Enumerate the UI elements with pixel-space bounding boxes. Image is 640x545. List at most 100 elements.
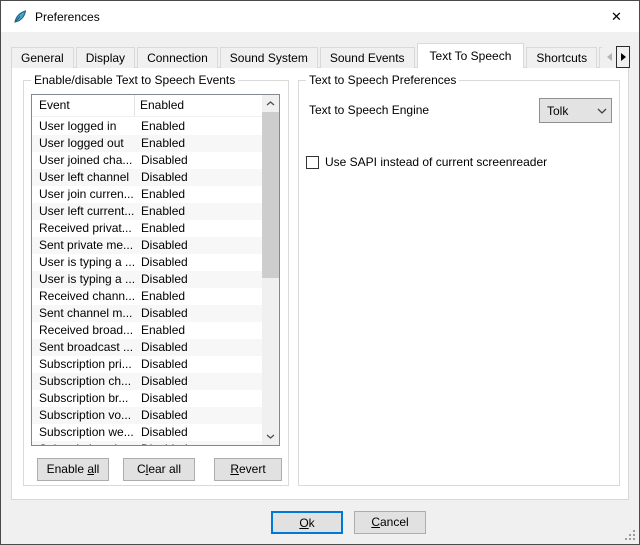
event-status: Disabled <box>136 305 262 322</box>
event-row[interactable]: Received privat... Enabled <box>32 220 262 237</box>
event-name: Subscription pri... <box>32 356 136 373</box>
scrollbar-thumb[interactable] <box>262 112 279 278</box>
event-status: Enabled <box>136 186 262 203</box>
chevron-down-icon <box>593 108 611 114</box>
cancel-button[interactable]: Cancel <box>354 511 426 534</box>
event-name: User is typing a ... <box>32 271 136 288</box>
event-status: Enabled <box>136 220 262 237</box>
event-row[interactable]: Subscription br... Disabled <box>32 390 262 407</box>
list-rows: User logged in Enabled User logged out E… <box>32 118 262 445</box>
tab-label: Text To Speech <box>430 49 512 63</box>
event-row[interactable]: User left current... Enabled <box>32 203 262 220</box>
sapi-checkbox-label: Use SAPI instead of current screenreader <box>325 155 547 169</box>
event-status: Enabled <box>136 118 262 135</box>
event-name: Sent broadcast ... <box>32 339 136 356</box>
event-row[interactable]: User join curren... Enabled <box>32 186 262 203</box>
engine-label: Text to Speech Engine <box>309 103 429 117</box>
tab-scroll-right-button[interactable] <box>616 46 630 68</box>
resize-grip[interactable] <box>625 530 627 532</box>
clear-all-button[interactable]: Clear all <box>123 458 195 481</box>
sapi-checkbox-row[interactable]: Use SAPI instead of current screenreader <box>306 155 547 169</box>
event-row[interactable]: Received broad... Enabled <box>32 322 262 339</box>
tab-shortcuts[interactable]: Shortcuts <box>526 47 597 68</box>
event-name: User left channel <box>32 169 136 186</box>
event-row[interactable]: User logged in Enabled <box>32 118 262 135</box>
event-status: Enabled <box>136 203 262 220</box>
event-row[interactable]: Sent channel m... Disabled <box>32 305 262 322</box>
list-header[interactable]: Event Enabled <box>32 95 262 117</box>
event-name: Subscription ch... <box>32 441 136 445</box>
event-row[interactable]: Received chann... Enabled <box>32 288 262 305</box>
event-name: User left current... <box>32 203 136 220</box>
tab-display[interactable]: Display <box>76 47 135 68</box>
scrollbar-down-button[interactable] <box>262 428 279 445</box>
event-row[interactable]: Subscription we... Disabled <box>32 424 262 441</box>
event-name: Subscription br... <box>32 390 136 407</box>
event-status: Disabled <box>136 390 262 407</box>
chevron-left-icon <box>607 53 612 61</box>
scrollbar-up-button[interactable] <box>262 95 279 112</box>
event-name: Subscription ch... <box>32 373 136 390</box>
event-status: Enabled <box>136 322 262 339</box>
sapi-checkbox[interactable] <box>306 156 319 169</box>
chevron-down-icon <box>266 434 275 439</box>
tab-general[interactable]: General <box>11 47 74 68</box>
event-row[interactable]: Subscription ch... Disabled <box>32 373 262 390</box>
close-icon[interactable]: ✕ <box>594 1 639 32</box>
tab-label: Connection <box>147 51 208 65</box>
event-row[interactable]: Sent broadcast ... Disabled <box>32 339 262 356</box>
event-status: Disabled <box>136 254 262 271</box>
event-row[interactable]: User left channel Disabled <box>32 169 262 186</box>
list-scrollbar[interactable] <box>262 95 279 445</box>
tab-sound-events[interactable]: Sound Events <box>320 47 415 68</box>
tab-sound-system[interactable]: Sound System <box>220 47 318 68</box>
event-name: Received broad... <box>32 322 136 339</box>
window-title: Preferences <box>35 10 100 24</box>
enable-all-button[interactable]: Enable all <box>37 458 109 481</box>
event-row[interactable]: Subscription vo... Disabled <box>32 407 262 424</box>
event-row[interactable]: Subscription pri... Disabled <box>32 356 262 373</box>
event-status: Enabled <box>136 288 262 305</box>
preferences-dialog: Preferences ✕ General Display Connection… <box>0 0 640 545</box>
event-row[interactable]: Sent private me... Disabled <box>32 237 262 254</box>
tab-text-to-speech[interactable]: Text To Speech <box>417 43 525 68</box>
event-status: Enabled <box>136 135 262 152</box>
app-icon <box>12 9 28 25</box>
event-row[interactable]: Subscription ch... Disabled <box>32 441 262 445</box>
event-row[interactable]: User is typing a ... Disabled <box>32 271 262 288</box>
tab-label: Shortcuts <box>536 51 587 65</box>
column-header-event[interactable]: Event <box>32 95 135 116</box>
revert-button[interactable]: Revert <box>214 458 282 481</box>
tab-connection[interactable]: Connection <box>137 47 218 68</box>
event-status: Disabled <box>136 339 262 356</box>
event-name: Sent channel m... <box>32 305 136 322</box>
title-bar[interactable]: Preferences ✕ <box>1 1 639 32</box>
event-row[interactable]: User joined cha... Disabled <box>32 152 262 169</box>
event-name: User joined cha... <box>32 152 136 169</box>
tts-preferences-group-title: Text to Speech Preferences <box>306 73 459 87</box>
event-row[interactable]: User logged out Enabled <box>32 135 262 152</box>
event-name: Received privat... <box>32 220 136 237</box>
event-name: User logged in <box>32 118 136 135</box>
event-name: Received chann... <box>32 288 136 305</box>
event-status: Disabled <box>136 441 262 445</box>
tab-scroll-left-button[interactable] <box>602 46 616 68</box>
tab-scroll-buttons <box>602 46 630 68</box>
event-status: Disabled <box>136 169 262 186</box>
event-status: Disabled <box>136 237 262 254</box>
tab-label: Sound System <box>230 51 308 65</box>
ok-button[interactable]: Ok <box>271 511 343 534</box>
event-status: Disabled <box>136 424 262 441</box>
event-row[interactable]: User is typing a ... Disabled <box>32 254 262 271</box>
chevron-right-icon <box>621 53 626 61</box>
tab-page-text-to-speech: Enable/disable Text to Speech Events Eve… <box>11 67 629 500</box>
event-name: User logged out <box>32 135 136 152</box>
tab-bar: General Display Connection Sound System … <box>11 43 603 68</box>
event-status: Disabled <box>136 271 262 288</box>
tts-events-list[interactable]: Event Enabled User logged in Enabled Use… <box>31 94 280 446</box>
column-header-enabled[interactable]: Enabled <box>135 95 262 116</box>
event-name: User join curren... <box>32 186 136 203</box>
engine-combobox[interactable]: Tolk <box>539 98 612 123</box>
scrollbar-track[interactable] <box>262 112 279 428</box>
event-status: Disabled <box>136 152 262 169</box>
